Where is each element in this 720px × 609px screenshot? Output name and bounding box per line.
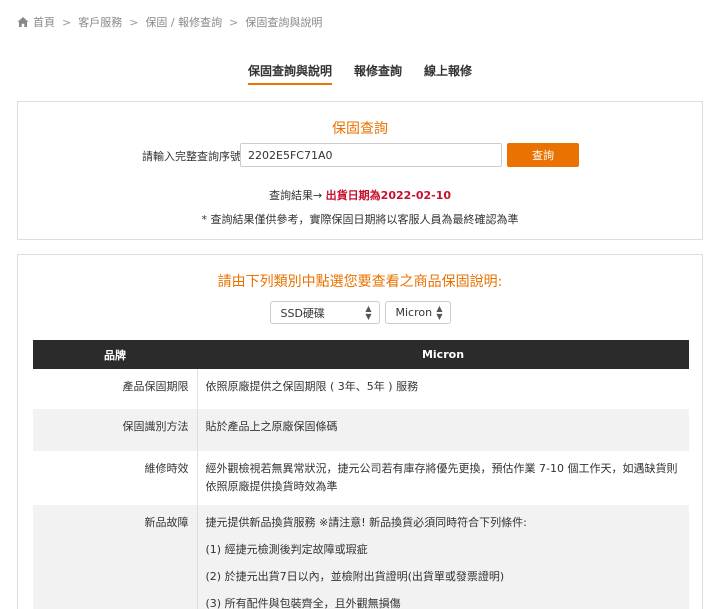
row-label: 新品故障 — [33, 505, 198, 609]
updown-arrow-icon: ▲ ▼ — [365, 303, 372, 321]
row-paragraph: (2) 於捷元出貨7日以內，並檢附出貨證明(出貨單或發票證明) — [205, 570, 505, 583]
breadcrumb-separator: > — [129, 15, 139, 29]
breadcrumb-warranty-repair[interactable]: 保固 / 報修查詢 — [145, 14, 222, 30]
serial-number-input[interactable] — [240, 143, 502, 167]
filter-selects: SSD硬碟 ▲ ▼ Micron ▲ ▼ — [18, 301, 702, 324]
breadcrumb: 首頁 > 客戶服務 > 保固 / 報修查詢 > 保固查詢與說明 — [17, 14, 322, 30]
warranty-query-panel: 保固查詢 請輸入完整查詢序號: 查詢 查詢結果→ 出貨日期為2022-02-10… — [17, 101, 703, 240]
row-paragraph: (3) 所有配件與包裝齊全，且外觀無損傷 — [205, 597, 401, 609]
table-row: 維修時效 經外觀檢視若無異常狀況，捷元公司若有庫存將優先更換，預估作業 7-10… — [33, 451, 689, 505]
tab-bar: 保固查詢與說明 報修查詢 線上報修 — [0, 62, 720, 85]
table-row: 產品保固期限 依照原廠提供之保固期限 ( 3年、5年 ) 服務 — [33, 369, 689, 409]
query-result-prefix: 查詢結果→ — [268, 189, 326, 202]
row-value: 貼於產品上之原廠保固條碼 — [197, 409, 689, 451]
brand-select[interactable]: Micron ▲ ▼ — [384, 301, 451, 324]
breadcrumb-separator: > — [229, 15, 239, 29]
home-icon[interactable] — [17, 16, 29, 28]
row-label: 保固識別方法 — [33, 409, 198, 451]
warranty-spec-table: 品牌 Micron 產品保固期限 依照原廠提供之保固期限 ( 3年、5年 ) 服… — [33, 340, 689, 609]
row-paragraph: 捷元提供新品換貨服務 ※請注意! 新品換貨必須同時符合下列條件: — [205, 516, 527, 529]
updown-arrow-icon: ▲ ▼ — [436, 303, 443, 321]
serial-number-label: 請輸入完整查詢序號: — [142, 150, 245, 163]
row-value: 經外觀檢視若無異常狀況，捷元公司若有庫存將優先更換，預估作業 7-10 個工作天… — [205, 462, 678, 493]
breadcrumb-home[interactable]: 首頁 — [33, 14, 55, 30]
table-header-value: Micron — [197, 340, 689, 369]
table-header-row: 品牌 Micron — [33, 340, 689, 369]
table-row: 保固識別方法 貼於產品上之原廠保固條碼 — [33, 409, 689, 451]
table-header-label: 品牌 — [33, 340, 197, 369]
query-result-value: 出貨日期為2022-02-10 — [325, 189, 452, 202]
row-label: 維修時效 — [33, 451, 198, 505]
query-button[interactable]: 查詢 — [507, 143, 579, 167]
category-select-value: SSD硬碟 — [280, 306, 325, 320]
warranty-info-title: 請由下列類別中點選您要查看之商品保固說明: — [217, 274, 503, 290]
row-label: 產品保固期限 — [33, 369, 198, 409]
warranty-info-panel: 請由下列類別中點選您要查看之商品保固說明: SSD硬碟 ▲ ▼ Micron ▲ ▼… — [17, 254, 703, 609]
query-note: * 查詢結果僅供參考，實際保固日期將以客服人員為最終確認為準 — [201, 213, 519, 226]
breadcrumb-separator: > — [62, 15, 72, 29]
brand-select-value: Micron — [395, 306, 433, 319]
tab-warranty-query[interactable]: 保固查詢與說明 — [247, 62, 332, 85]
query-result: 查詢結果→ 出貨日期為2022-02-10 — [18, 187, 702, 203]
tab-repair-query[interactable]: 報修查詢 — [354, 62, 402, 85]
tab-online-repair[interactable]: 線上報修 — [424, 62, 472, 85]
breadcrumb-current: 保固查詢與說明 — [245, 16, 323, 29]
warranty-query-title: 保固查詢 — [332, 121, 388, 137]
breadcrumb-customer-service[interactable]: 客戶服務 — [78, 14, 122, 30]
category-select[interactable]: SSD硬碟 ▲ ▼ — [269, 301, 380, 324]
row-paragraph: (1) 經捷元檢測後判定故障或瑕疵 — [205, 543, 368, 556]
row-value: 依照原廠提供之保固期限 ( 3年、5年 ) 服務 — [205, 380, 419, 393]
row-value: 捷元提供新品換貨服務 ※請注意! 新品換貨必須同時符合下列條件: (1) 經捷元… — [197, 505, 689, 609]
table-row: 新品故障 捷元提供新品換貨服務 ※請注意! 新品換貨必須同時符合下列條件: (1… — [33, 505, 689, 609]
